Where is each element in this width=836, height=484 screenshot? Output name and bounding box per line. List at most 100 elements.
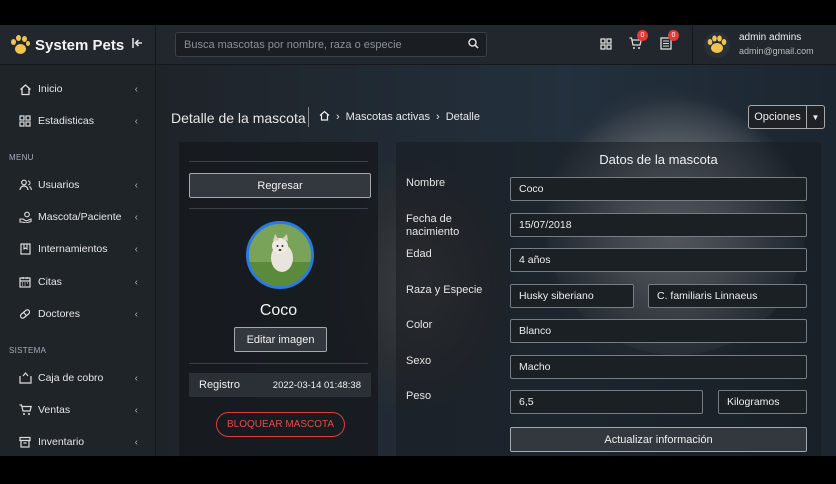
peso-input[interactable] bbox=[510, 390, 703, 414]
edad-label: Edad bbox=[406, 248, 432, 260]
divider bbox=[189, 208, 368, 209]
chevron-left-icon: ‹ bbox=[134, 83, 138, 95]
main-content: Detalle de la mascota › Mascotas activas… bbox=[156, 65, 836, 456]
chevron-left-icon: ‹ bbox=[134, 276, 138, 288]
user-name: admin admins bbox=[739, 32, 802, 43]
user-email: admin@gmail.com bbox=[739, 46, 814, 56]
sidebar-item-doctores[interactable]: Doctores ‹ bbox=[0, 303, 156, 325]
page-title: Detalle de la mascota bbox=[171, 110, 306, 126]
sidebar-item-label: Citas bbox=[38, 276, 62, 288]
sidebar-item-label: Internamientos bbox=[38, 243, 108, 255]
sidebar-item-inventario[interactable]: Inventario ‹ bbox=[0, 431, 156, 453]
chevron-left-icon: ‹ bbox=[134, 243, 138, 255]
archive-box-icon bbox=[17, 434, 33, 450]
collapse-sidebar-icon[interactable] bbox=[132, 37, 144, 52]
sidebar-item-label: Caja de cobro bbox=[38, 372, 104, 384]
sidebar-item-inicio[interactable]: Inicio ‹ bbox=[0, 78, 156, 100]
breadcrumb-current: Detalle bbox=[445, 111, 480, 123]
brand: System Pets bbox=[0, 25, 156, 65]
sidebar-item-mascota-paciente[interactable]: Mascota/Paciente ‹ bbox=[0, 206, 156, 228]
sidebar-item-label: Inventario bbox=[38, 436, 85, 448]
top-bar: System Pets 0 0 bbox=[0, 25, 836, 65]
options-dropdown: Opciones ▼ bbox=[748, 105, 825, 129]
divider bbox=[189, 161, 368, 162]
sidebar-item-usuarios[interactable]: Usuarios ‹ bbox=[0, 174, 156, 196]
breadcrumb-link[interactable]: Mascotas activas bbox=[346, 111, 430, 123]
caret-down-icon[interactable]: ▼ bbox=[807, 106, 824, 128]
raza-input[interactable] bbox=[510, 284, 634, 308]
sidebar-item-internamientos[interactable]: Internamientos ‹ bbox=[0, 238, 156, 260]
cart-icon[interactable]: 0 bbox=[629, 30, 648, 51]
color-input[interactable] bbox=[510, 319, 807, 343]
sidebar-item-ventas[interactable]: Ventas ‹ bbox=[0, 399, 156, 421]
calendar-icon bbox=[17, 274, 33, 290]
chevron-left-icon: ‹ bbox=[134, 115, 138, 127]
sexo-label: Sexo bbox=[406, 355, 432, 367]
peso-unit-select[interactable] bbox=[718, 390, 807, 414]
breadcrumb: › Mascotas activas › Detalle bbox=[319, 110, 480, 124]
form-title: Datos de la mascota bbox=[599, 152, 718, 167]
app-window: System Pets 0 0 bbox=[0, 25, 836, 456]
chevron-left-icon: ‹ bbox=[134, 308, 138, 320]
sidebar: Inicio ‹ Estadisticas ‹ MENU Usuarios ‹ … bbox=[0, 65, 156, 456]
orders-list-icon[interactable]: 0 bbox=[660, 30, 679, 51]
cart-badge: 0 bbox=[637, 30, 648, 41]
divider bbox=[189, 363, 368, 364]
update-info-button[interactable]: Actualizar información bbox=[510, 427, 807, 452]
user-avatar bbox=[703, 31, 731, 59]
sidebar-item-label: Estadisticas bbox=[38, 115, 95, 127]
user-menu[interactable]: admin admins admin@gmail.com bbox=[692, 25, 836, 65]
sidebar-item-label: Inicio bbox=[38, 83, 63, 95]
pet-hand-icon bbox=[17, 209, 33, 225]
pet-name: Coco bbox=[259, 302, 298, 319]
pill-icon bbox=[17, 306, 33, 322]
section-label-menu: MENU bbox=[9, 153, 34, 162]
cash-register-icon bbox=[17, 370, 33, 386]
chevron-left-icon: ‹ bbox=[134, 179, 138, 191]
sidebar-item-citas[interactable]: Citas ‹ bbox=[0, 271, 156, 293]
search-icon[interactable] bbox=[460, 36, 486, 54]
fecha-nacimiento-input[interactable] bbox=[510, 213, 807, 237]
dashboard-grid-icon bbox=[17, 113, 33, 129]
raza-especie-label: Raza y Especie bbox=[406, 284, 483, 296]
pet-photo bbox=[246, 221, 314, 289]
cart-icon bbox=[17, 402, 33, 418]
sidebar-item-label: Ventas bbox=[38, 404, 71, 416]
grid-apps-icon[interactable] bbox=[600, 37, 614, 51]
chevron-right-icon: › bbox=[336, 111, 340, 123]
chevron-left-icon: ‹ bbox=[134, 404, 138, 416]
sexo-input[interactable] bbox=[510, 355, 807, 379]
chevron-right-icon: › bbox=[436, 111, 440, 123]
sidebar-item-label: Doctores bbox=[38, 308, 81, 320]
paw-logo-icon bbox=[10, 35, 30, 55]
chevron-left-icon: ‹ bbox=[134, 211, 138, 223]
brand-name: System Pets bbox=[35, 36, 125, 54]
bookmark-icon bbox=[17, 241, 33, 257]
peso-label: Peso bbox=[406, 390, 432, 402]
sidebar-item-label: Usuarios bbox=[38, 179, 80, 191]
users-icon bbox=[17, 177, 33, 193]
options-button[interactable]: Opciones bbox=[749, 106, 807, 128]
title-divider bbox=[308, 107, 309, 127]
search-box bbox=[175, 32, 487, 57]
section-label-sistema: SISTEMA bbox=[9, 346, 47, 355]
registro-row: Registro 2022-03-14 01:48:38 bbox=[189, 373, 371, 397]
home-icon bbox=[17, 81, 33, 97]
sidebar-item-estadisticas[interactable]: Estadisticas ‹ bbox=[0, 110, 156, 132]
registro-value: 2022-03-14 01:48:38 bbox=[272, 379, 361, 391]
especie-input[interactable] bbox=[648, 284, 807, 308]
chevron-left-icon: ‹ bbox=[134, 372, 138, 384]
color-label: Color bbox=[406, 319, 433, 331]
edad-input[interactable] bbox=[510, 248, 807, 272]
orders-badge: 0 bbox=[668, 30, 679, 41]
back-button[interactable]: Regresar bbox=[189, 173, 371, 198]
nombre-input[interactable] bbox=[510, 177, 807, 201]
block-pet-button[interactable]: BLOQUEAR MASCOTA bbox=[216, 412, 345, 437]
sidebar-item-caja-de-cobro[interactable]: Caja de cobro ‹ bbox=[0, 367, 156, 389]
sidebar-item-label: Mascota/Paciente bbox=[38, 211, 122, 223]
registro-label: Registro bbox=[199, 379, 240, 391]
edit-image-button[interactable]: Editar imagen bbox=[234, 327, 327, 352]
home-icon[interactable] bbox=[319, 110, 330, 124]
pet-data-form: Datos de la mascota Nombre Fecha de naci… bbox=[396, 142, 821, 456]
search-input[interactable] bbox=[176, 38, 460, 51]
